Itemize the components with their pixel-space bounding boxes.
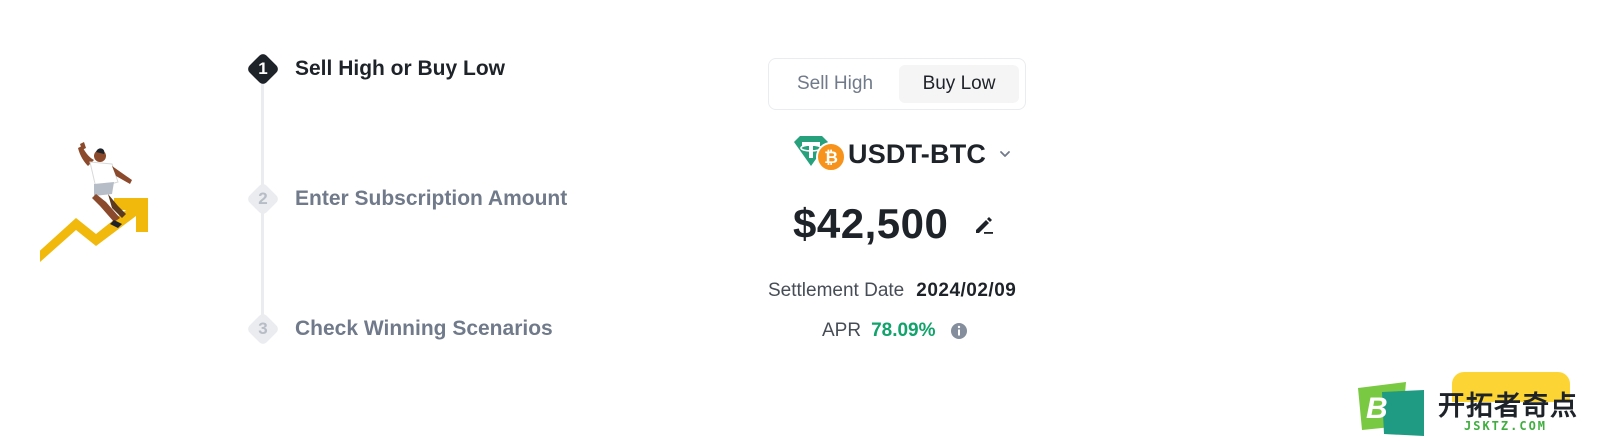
- step-2-badge: 2: [246, 182, 280, 216]
- settlement-date-value: 2024/02/09: [916, 280, 1017, 301]
- svg-text:₿: ₿: [824, 148, 838, 167]
- pair-selector[interactable]: ₿ USDT-BTC: [792, 134, 1012, 174]
- target-price: $42,500: [793, 198, 996, 250]
- edit-icon[interactable]: [972, 212, 996, 236]
- chevron-down-icon: [1000, 151, 1010, 157]
- sell-high-button[interactable]: Sell High: [775, 65, 895, 103]
- apr-row: APR 78.09%: [822, 318, 968, 344]
- step-2-label: Enter Subscription Amount: [295, 187, 568, 210]
- step-1-label: Sell High or Buy Low: [295, 57, 506, 80]
- watermark-subtitle: JSKTZ.COM: [1464, 419, 1548, 433]
- direction-toggle: Sell High Buy Low: [768, 58, 1026, 110]
- info-icon[interactable]: [950, 322, 968, 340]
- pair-coins: ₿: [792, 134, 848, 174]
- apr-label: APR: [822, 320, 862, 341]
- step-2: 2 Enter Subscription Amount: [246, 180, 567, 218]
- target-price-amount: $42,500: [793, 200, 949, 247]
- settlement-date-label: Settlement Date: [768, 280, 905, 301]
- step-3: 3 Check Winning Scenarios: [246, 310, 553, 348]
- step-1-number: 1: [258, 59, 268, 78]
- svg-text:B: B: [1366, 392, 1388, 425]
- trading-illustration: [34, 136, 172, 268]
- buy-low-button[interactable]: Buy Low: [899, 65, 1019, 103]
- bitcoin-coin-icon: ₿: [816, 142, 846, 172]
- step-2-number: 2: [258, 189, 268, 208]
- step-3-badge: 3: [246, 312, 280, 346]
- step-3-label: Check Winning Scenarios: [295, 317, 553, 340]
- watermark-title: 开拓者奇点: [1438, 391, 1578, 421]
- watermark: B 开拓者奇点 JSKTZ.COM: [1358, 382, 1594, 440]
- apr-value: 78.09%: [871, 320, 936, 341]
- pair-name: USDT-BTC: [848, 138, 987, 169]
- steps-list: 1 Sell High or Buy Low 2 Enter Subscript…: [246, 50, 706, 350]
- step-3-number: 3: [258, 319, 268, 338]
- watermark-logo-icon: B: [1358, 382, 1424, 436]
- settlement-date-row: Settlement Date 2024/02/09: [768, 278, 1016, 304]
- step-1-badge: 1: [246, 52, 280, 86]
- step-1: 1 Sell High or Buy Low: [246, 50, 505, 88]
